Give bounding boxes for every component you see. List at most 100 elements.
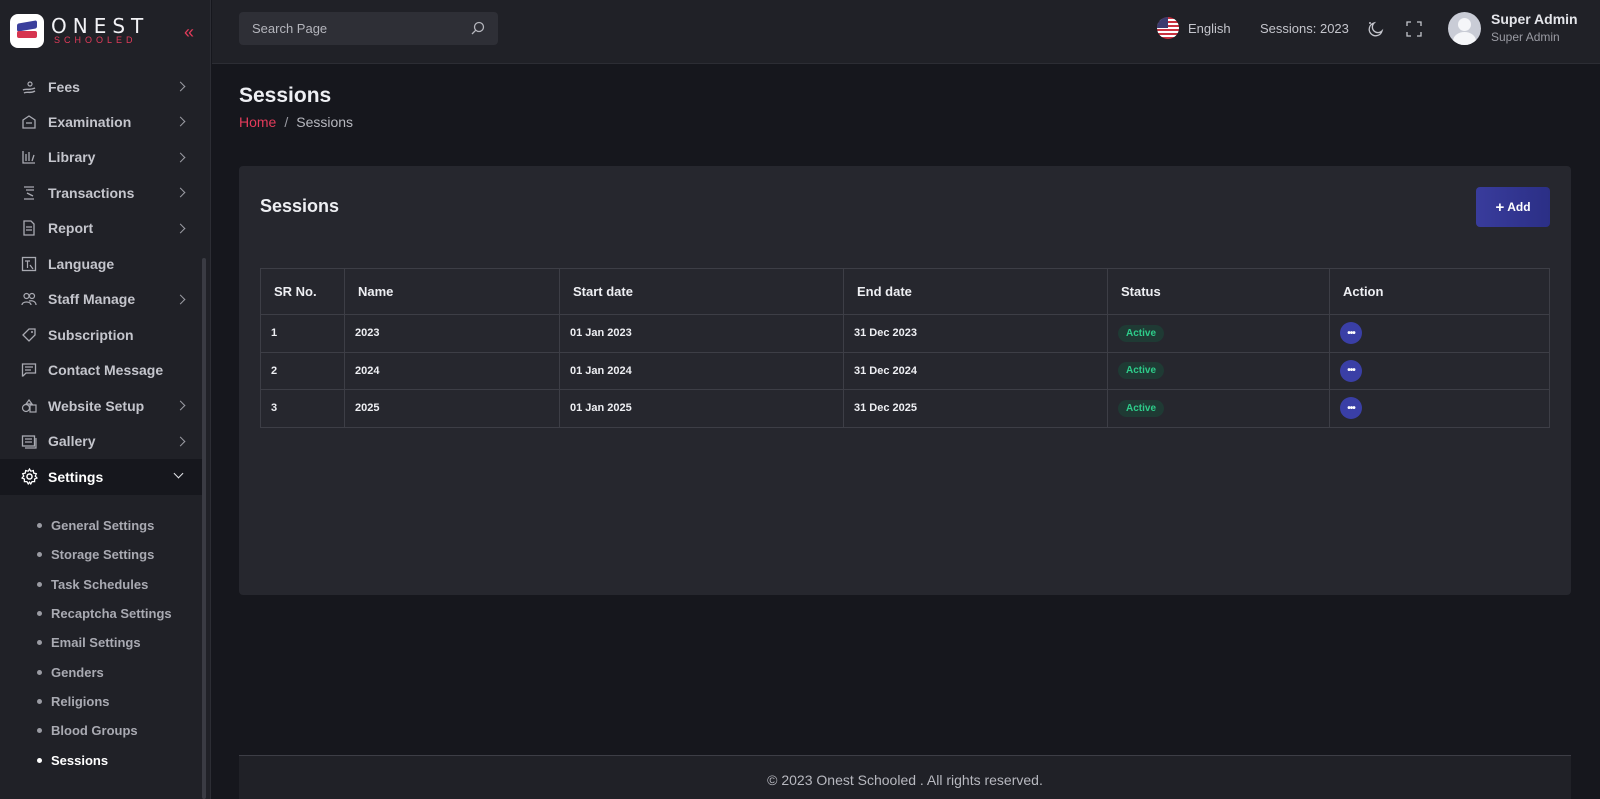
sidebar-item-staff-manage[interactable]: Staff Manage [0, 282, 204, 318]
sidebar-item-label: Examination [48, 113, 132, 130]
settings-submenu: General Settings Storage Settings Task S… [0, 511, 204, 775]
chevron-right-icon [175, 436, 186, 446]
search-input[interactable] [239, 12, 459, 45]
chevron-right-icon [175, 116, 186, 127]
library-icon [20, 148, 38, 166]
language-icon [20, 255, 38, 273]
card-title: Sessions [260, 196, 340, 216]
bullet-icon [37, 640, 42, 646]
language-selector[interactable]: English [1188, 21, 1231, 36]
sidebar-item-language[interactable]: Language [0, 246, 204, 282]
bullet-icon [37, 611, 42, 617]
more-options-icon[interactable]: ••• [1340, 359, 1362, 382]
plus-icon: + [1495, 198, 1505, 216]
column-header-name[interactable]: Name [344, 268, 560, 315]
cell-end-date: 31 Dec 2025 [843, 389, 1108, 428]
cell-name: 2024 [344, 351, 560, 390]
chevron-right-icon [175, 152, 186, 162]
sidebar-item-subscription[interactable]: Subscription [0, 317, 204, 353]
search-icon[interactable] [471, 21, 485, 35]
sidebar-item-label: Subscription [48, 326, 134, 343]
cell-name: 2025 [344, 389, 560, 428]
sidebar-item-report[interactable]: Report [0, 211, 204, 247]
sidebar-item-settings[interactable]: Settings [0, 459, 204, 495]
submenu-label: Task Schedules [51, 576, 149, 592]
cell-start-date: 01 Jan 2025 [559, 389, 844, 428]
table-header-row: SR No. Name Start date End date Status A… [260, 268, 1550, 315]
sidebar-item-label: Contact Message [48, 362, 164, 379]
sidebar-item-transactions[interactable]: Transactions [0, 175, 204, 211]
bullet-icon [37, 581, 42, 587]
sidebar-item-fees[interactable]: Fees [0, 69, 204, 104]
sidebar-item-examination[interactable]: Examination [0, 104, 204, 140]
brand-subtitle: SCHOOLED [54, 35, 137, 45]
gear-icon [20, 468, 38, 486]
cell-action: ••• [1329, 314, 1550, 353]
submenu-label: Email Settings [51, 635, 141, 651]
sidebar-item-contact-message[interactable]: Contact Message [0, 353, 204, 389]
chevron-down-icon [173, 468, 184, 479]
column-header-status[interactable]: Status [1107, 268, 1330, 315]
user-name[interactable]: Super Admin [1491, 11, 1578, 27]
submenu-label: Genders [51, 664, 104, 680]
status-badge: Active [1118, 324, 1165, 342]
submenu-item-storage-settings[interactable]: Storage Settings [0, 540, 204, 569]
submenu-item-task-schedules[interactable]: Task Schedules [0, 570, 204, 599]
brand-logo[interactable]: ONEST SCHOOLED [0, 0, 210, 64]
more-options-icon[interactable]: ••• [1340, 322, 1362, 345]
sidebar-item-website-setup[interactable]: Website Setup [0, 388, 204, 424]
submenu-item-genders[interactable]: Genders [0, 657, 204, 686]
status-badge: Active [1118, 362, 1165, 380]
breadcrumb-current: Sessions [296, 114, 354, 130]
cell-sr: 3 [260, 389, 345, 428]
submenu-label: Sessions [51, 752, 109, 768]
page-footer: © 2023 Onest Schooled . All rights reser… [239, 755, 1571, 799]
tag-icon [20, 326, 38, 344]
user-avatar[interactable] [1448, 12, 1481, 45]
collapse-sidebar-icon[interactable]: « [184, 23, 198, 41]
bullet-icon [37, 523, 42, 529]
column-header-sr[interactable]: SR No. [260, 268, 345, 315]
more-options-icon[interactable]: ••• [1340, 397, 1362, 420]
sidebar-item-label: Website Setup [48, 397, 145, 414]
bullet-icon [37, 698, 42, 704]
sidebar-item-library[interactable]: Library [0, 140, 204, 176]
submenu-item-recaptcha-settings[interactable]: Recaptcha Settings [0, 599, 204, 628]
chevron-right-icon [175, 223, 186, 233]
submenu-item-general-settings[interactable]: General Settings [0, 511, 204, 540]
sidebar-item-label: Transactions [48, 184, 135, 201]
sidebar-scrollbar[interactable] [202, 258, 206, 799]
breadcrumb-separator: / [284, 114, 289, 130]
submenu-item-religions[interactable]: Religions [0, 687, 204, 716]
transactions-icon [20, 184, 38, 202]
us-flag-icon[interactable] [1157, 17, 1179, 39]
bullet-icon [37, 669, 42, 675]
add-session-button[interactable]: + Add [1476, 187, 1550, 227]
sidebar-item-gallery[interactable]: Gallery [0, 424, 204, 460]
breadcrumb-home-link[interactable]: Home [239, 114, 276, 130]
staff-icon [20, 290, 38, 308]
message-icon [20, 361, 38, 379]
sidebar-menu: Fees Examination Library Transactions Re… [0, 71, 204, 495]
bullet-icon [37, 552, 42, 558]
cell-action: ••• [1329, 389, 1550, 428]
session-selector[interactable]: Sessions: 2023 [1260, 21, 1349, 36]
logo-icon [10, 14, 44, 48]
cell-status: Active [1107, 351, 1330, 390]
website-icon [20, 397, 38, 415]
cell-sr: 2 [260, 351, 345, 390]
column-header-start-date[interactable]: Start date [559, 268, 844, 315]
cell-start-date: 01 Jan 2024 [559, 351, 844, 390]
submenu-item-sessions[interactable]: Sessions [0, 745, 204, 774]
chevron-right-icon [175, 294, 186, 304]
chevron-right-icon [175, 81, 186, 92]
cell-start-date: 01 Jan 2023 [559, 314, 844, 353]
submenu-item-blood-groups[interactable]: Blood Groups [0, 716, 204, 745]
moon-icon[interactable] [1367, 20, 1385, 38]
submenu-item-email-settings[interactable]: Email Settings [0, 628, 204, 657]
submenu-label: Religions [51, 693, 110, 709]
table-row: 1 2023 01 Jan 2023 31 Dec 2023 Active ••… [260, 314, 1550, 353]
fullscreen-icon[interactable] [1406, 21, 1422, 37]
examination-icon [20, 113, 38, 131]
column-header-end-date[interactable]: End date [843, 268, 1108, 315]
